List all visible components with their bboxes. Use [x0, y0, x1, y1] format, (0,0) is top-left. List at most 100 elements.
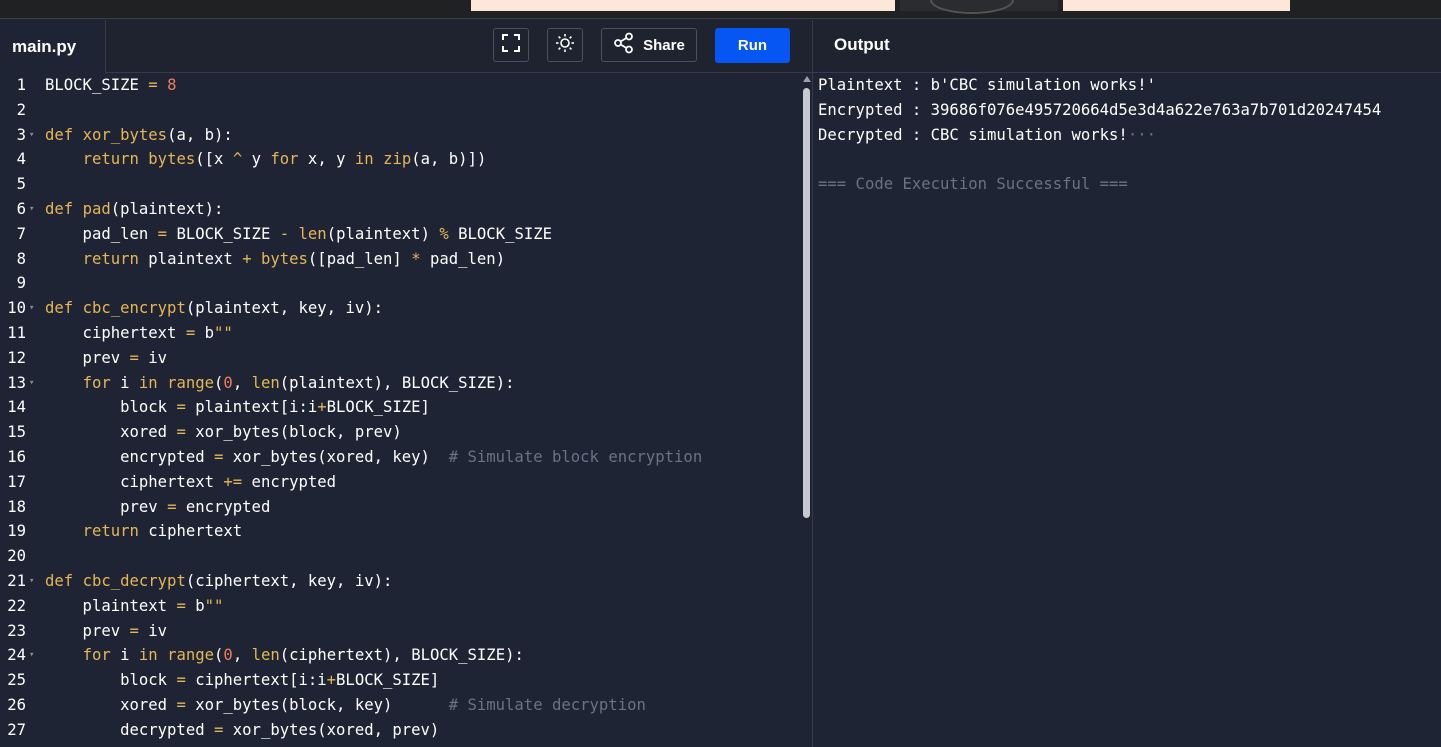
code-editor[interactable]: 1 BLOCK_SIZE = 8 2 3 ▾ def xor_bytes(a, b): 4 …	[0, 73, 812, 747]
run-button[interactable]: Run	[715, 28, 790, 63]
code-text: xored = xor_bytes(block, prev)	[45, 423, 402, 442]
share-button[interactable]: Share	[601, 28, 697, 62]
line-number: 20	[7, 547, 26, 566]
fold-chevron-down-icon[interactable]: ▾	[29, 197, 34, 222]
line-number: 1	[16, 76, 26, 94]
line-number: 22	[7, 596, 26, 615]
line-number: 5	[16, 175, 26, 194]
line-number: 26	[7, 695, 26, 714]
code-line[interactable]: 3 ▾ def xor_bytes(a, b):	[0, 123, 812, 148]
output-title: Output	[834, 35, 890, 54]
code-text: pad_len = BLOCK_SIZE - len(plaintext) % …	[45, 224, 553, 243]
output-text: Decrypted : CBC simulation works!	[818, 125, 1128, 144]
fullscreen-button[interactable]	[493, 28, 529, 62]
code-line[interactable]: 12 prev = iv	[0, 346, 812, 371]
output-line: Encrypted : 39686f076e495720664d5e3d4a62…	[818, 98, 1441, 123]
line-number: 19	[7, 522, 26, 541]
line-number: 24	[7, 646, 26, 665]
code-text: BLOCK_SIZE = 8	[45, 76, 177, 94]
code-line[interactable]: 19 return ciphertext	[0, 519, 812, 544]
code-line[interactable]: 1 BLOCK_SIZE = 8	[0, 73, 812, 98]
code-text: prev = iv	[45, 621, 168, 640]
code-text: def cbc_encrypt(plaintext, key, iv):	[45, 299, 383, 318]
line-number: 16	[7, 447, 26, 466]
file-tab-main-py[interactable]: main.py	[0, 20, 106, 73]
fold-chevron-down-icon[interactable]: ▾	[29, 296, 34, 321]
editor-scrollbar[interactable]	[802, 76, 811, 747]
line-number: 2	[16, 100, 26, 119]
code-line[interactable]: 28 plaintext += decrypted	[0, 743, 812, 747]
line-number: 8	[16, 249, 26, 268]
line-number: 25	[7, 671, 26, 690]
output-console: Plaintext : b'CBC simulation works!' Encr…	[813, 73, 1441, 747]
code-text: def cbc_decrypt(ciphertext, key, iv):	[45, 571, 393, 590]
line-number: 9	[16, 274, 26, 293]
code-line[interactable]: 4 return bytes([x ^ y for x, y in zip(a,…	[0, 147, 812, 172]
code-text: def pad(plaintext):	[45, 199, 224, 218]
code-line[interactable]: 18 prev = encrypted	[0, 495, 812, 520]
code-line[interactable]: 21 ▾ def cbc_decrypt(ciphertext, key, iv):	[0, 569, 812, 594]
fold-chevron-down-icon[interactable]: ▾	[29, 569, 34, 594]
output-line: === Code Execution Successful ===	[818, 172, 1441, 197]
code-line[interactable]: 16 encrypted = xor_bytes(xored, key) # S…	[0, 445, 812, 470]
code-text: prev = encrypted	[45, 497, 271, 516]
code-text: return bytes([x ^ y for x, y in zip(a, b…	[82, 150, 487, 169]
line-number: 27	[7, 720, 26, 739]
line-number: 15	[7, 423, 26, 442]
code-line[interactable]: 26 xored = xor_bytes(block, key) # Simul…	[0, 693, 812, 718]
code-text: xored = xor_bytes(block, key) # Simulate…	[45, 695, 646, 714]
output-text: === Code Execution Successful ===	[818, 175, 1128, 194]
line-number: 10	[7, 299, 26, 318]
line-number: 3	[16, 125, 26, 144]
code-line[interactable]: 24 ▾ for i in range(0, len(ciphertext), B…	[0, 643, 812, 668]
code-text: block = ciphertext[i:i+BLOCK_SIZE]	[45, 671, 440, 690]
line-number: 4	[16, 150, 26, 169]
code-line[interactable]: 7 pad_len = BLOCK_SIZE - len(plaintext) …	[0, 222, 812, 247]
line-number: 17	[7, 472, 26, 491]
fold-chevron-down-icon[interactable]: ▾	[29, 643, 34, 668]
fold-chevron-down-icon[interactable]: ▾	[29, 371, 34, 396]
output-text: Plaintext : b'CBC simulation works!'	[818, 76, 1156, 94]
code-line[interactable]: 20	[0, 544, 812, 569]
line-number: 28	[0, 743, 26, 747]
line-number: 12	[7, 348, 26, 367]
code-line[interactable]: 2	[0, 98, 812, 123]
code-text: for i in range(0, len(plaintext), BLOCK_…	[82, 373, 515, 392]
line-number: 21	[7, 571, 26, 590]
banner-ad-middle[interactable]	[900, 0, 1058, 14]
theme-toggle-button[interactable]	[547, 28, 583, 62]
code-line[interactable]: 10 ▾ def cbc_encrypt(plaintext, key, iv):	[0, 296, 812, 321]
code-line[interactable]: 8 return plaintext + bytes([pad_len] * p…	[0, 247, 812, 272]
line-number: 6	[16, 199, 26, 218]
code-line[interactable]: 5	[0, 172, 812, 197]
code-line[interactable]: 6 ▾ def pad(plaintext):	[0, 197, 812, 222]
output-text: Encrypted : 39686f076e495720664d5e3d4a62…	[818, 100, 1382, 119]
code-line[interactable]: 23 prev = iv	[0, 619, 812, 644]
output-line: Plaintext : b'CBC simulation works!'	[818, 73, 1441, 98]
code-line[interactable]: 9	[0, 271, 812, 296]
code-line[interactable]: 22 plaintext = b""	[0, 594, 812, 619]
code-line[interactable]: 11 ciphertext = b""	[0, 321, 812, 346]
code-text: plaintext = b""	[45, 596, 224, 615]
fold-chevron-down-icon[interactable]: ▾	[29, 123, 34, 148]
code-text: return plaintext + bytes([pad_len] * pad…	[82, 249, 506, 268]
scroll-up-arrow-icon[interactable]	[803, 76, 811, 82]
code-line[interactable]: 27 decrypted = xor_bytes(xored, prev)	[0, 718, 812, 743]
code-text: decrypted = xor_bytes(xored, prev)	[45, 720, 440, 739]
code-text: block = plaintext[i:i+BLOCK_SIZE]	[45, 398, 430, 417]
banner-ad-right[interactable]	[1063, 0, 1290, 11]
code-text: prev = iv	[45, 348, 168, 367]
banner-ad-left[interactable]	[471, 0, 895, 11]
code-text: for i in range(0, len(ciphertext), BLOCK…	[82, 646, 524, 665]
code-text: def xor_bytes(a, b):	[45, 125, 233, 144]
code-line[interactable]: 17 ciphertext += encrypted	[0, 470, 812, 495]
code-line[interactable]: 14 block = plaintext[i:i+BLOCK_SIZE]	[0, 395, 812, 420]
code-line[interactable]: 15 xored = xor_bytes(block, prev)	[0, 420, 812, 445]
code-line[interactable]: 25 block = ciphertext[i:i+BLOCK_SIZE]	[0, 668, 812, 693]
line-number: 11	[7, 323, 26, 342]
code-line[interactable]: 13 ▾ for i in range(0, len(plaintext), BL…	[0, 371, 812, 396]
scroll-thumb[interactable]	[803, 88, 810, 518]
output-line: Decrypted : CBC simulation works!···	[818, 123, 1441, 148]
share-icon	[613, 32, 635, 58]
